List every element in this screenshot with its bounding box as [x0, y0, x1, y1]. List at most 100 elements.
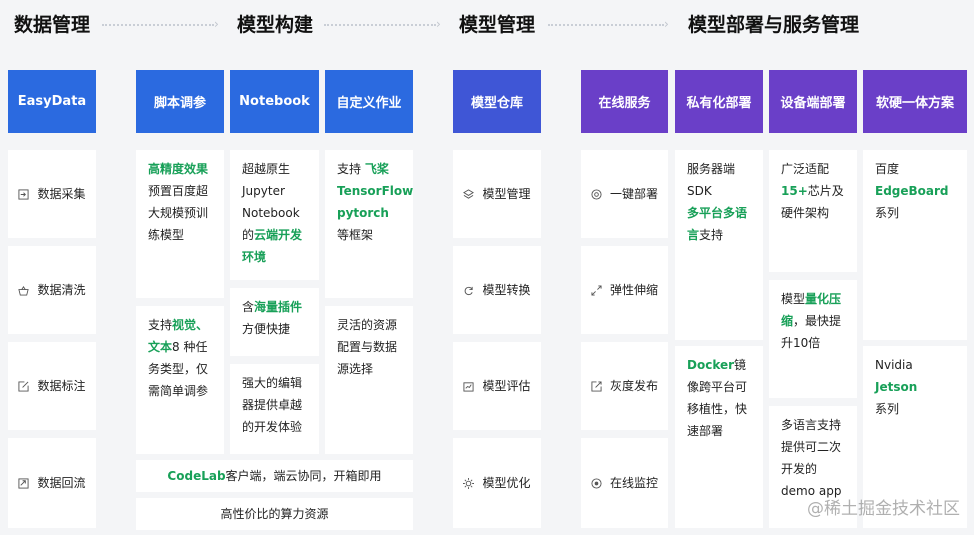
highlight-text: 高精度效果 [148, 162, 209, 176]
section-title-data: 数据管理 [14, 14, 91, 36]
publish-icon [591, 380, 602, 392]
header-device-deploy: 设备端部署 [769, 70, 857, 133]
card-text: 预置百度超大规模预训练模型 [148, 184, 209, 242]
notebook-card-env: 超越原生Jupyter Notebook的云端开发环境 [230, 150, 319, 280]
model-item-optimize: 模型优化 [453, 438, 541, 528]
card-text: 百度 [875, 162, 900, 176]
data-item-label: 数据回流 [37, 476, 86, 490]
sun-icon [463, 477, 475, 489]
model-item-label: 模型优化 [482, 476, 531, 490]
service-item-label: 灰度发布 [609, 379, 658, 393]
return-icon [18, 477, 30, 489]
at-icon [591, 188, 602, 200]
edit-icon [18, 380, 30, 392]
service-item-scale: 弹性伸缩 [581, 246, 668, 334]
header-private-deploy: 私有化部署 [675, 70, 763, 133]
layers-icon [463, 188, 475, 200]
card-text: 支持 [148, 318, 173, 332]
hw-card-edgeboard: 百度 EdgeBoard 系列 [863, 150, 967, 340]
model-item-label: 模型评估 [482, 379, 531, 393]
service-item-monitor: 在线监控 [581, 438, 668, 528]
highlight-text: 飞桨 [364, 162, 389, 176]
card-text: 广泛适配 [781, 162, 830, 176]
data-item-label: 数据采集 [37, 187, 86, 201]
custom-job-card-resources: 灵活的资源配置与数据源选择 [325, 306, 413, 454]
card-text: 强大的编辑器提供卓越的开发体验 [242, 376, 303, 434]
header-model-repo: 模型仓库 [453, 70, 541, 133]
highlight-text: CodeLab [167, 469, 226, 483]
card-text: 支持 [337, 162, 365, 176]
highlight-text: TensorFlow [337, 184, 414, 198]
monitor-icon [591, 477, 602, 489]
card-text: 服务器端SDK [687, 162, 736, 198]
card-text: Nvidia [875, 358, 913, 372]
card-text: 高性价比的算力资源 [220, 507, 329, 521]
model-item-evaluate: 模型评估 [453, 342, 541, 430]
highlight-text: Docker [687, 358, 735, 372]
device-card-chips: 广泛适配15+芯片及硬件架构 [769, 150, 857, 272]
chevron-right-icon: › [436, 17, 441, 31]
import-icon [18, 188, 30, 200]
expand-icon [591, 284, 602, 296]
custom-job-card-frameworks: 支持 飞桨 TensorFlow pytorch 等框架 [325, 150, 413, 298]
header-script-tuning: 脚本调参 [136, 70, 224, 133]
section-title-model-mgmt: 模型管理 [459, 14, 536, 36]
service-item-gray-release: 灰度发布 [581, 342, 668, 430]
card-text: 方便快捷 [242, 322, 291, 336]
card-text: 模型 [781, 292, 806, 306]
highlight-text: EdgeBoard [875, 184, 949, 198]
highlight-text: Jetson [875, 380, 918, 394]
service-item-label: 一键部署 [609, 187, 658, 201]
header-easydata: EasyData [8, 70, 96, 133]
data-item-label: 数据清洗 [37, 283, 86, 297]
header-custom-job: 自定义作业 [325, 70, 413, 133]
chevron-right-icon: › [214, 17, 219, 31]
flow-connector [102, 24, 214, 26]
card-text: 灵活的资源配置与数据源选择 [337, 318, 398, 376]
flow-connector [324, 24, 436, 26]
chevron-right-icon: › [664, 17, 669, 31]
data-item-collect: 数据采集 [8, 150, 96, 238]
card-text: 多语言支持提供可二次开发的demo app [781, 418, 842, 498]
highlight-text: pytorch [337, 206, 389, 220]
service-item-label: 在线监控 [609, 476, 658, 490]
model-item-label: 模型管理 [482, 187, 531, 201]
header-online-service: 在线服务 [581, 70, 668, 133]
model-item-label: 模型转换 [482, 283, 531, 297]
card-text: 系列 [875, 206, 900, 220]
flow-connector [548, 24, 664, 26]
notebook-card-plugins: 含海量插件 方便快捷 [230, 288, 319, 356]
data-item-label-task: 数据标注 [8, 342, 96, 430]
header-hw-sw-solution: 软硬一体方案 [863, 70, 967, 133]
chart-icon [463, 381, 475, 392]
section-title-build: 模型构建 [237, 14, 314, 36]
private-card-sdk: 服务器端SDK 多平台多语言支持 [675, 150, 763, 340]
card-text: 等框架 [337, 228, 374, 242]
script-card-tasks: 支持视觉、文本8 种任务类型，仅需简单调参 [136, 306, 224, 454]
card-text: 系列 [875, 402, 900, 416]
compute-bar: 高性价比的算力资源 [136, 498, 413, 530]
highlight-text: 视觉、 [172, 318, 209, 332]
device-card-quantize: 模型量化压缩，最快提升10倍 [769, 280, 857, 398]
codelab-bar: CodeLab客户端，端云协同，开箱即用 [136, 460, 413, 492]
refresh-icon [463, 285, 474, 296]
card-text: 含 [242, 300, 255, 314]
private-card-docker: Docker镜像跨平台可移植性，快速部署 [675, 346, 763, 528]
highlight-text: 15+ [781, 184, 808, 198]
data-item-clean: 数据清洗 [8, 246, 96, 334]
card-text: 支持 [699, 228, 724, 242]
highlight-text: 海量插件 [254, 300, 303, 314]
card-text: 客户端，端云协同，开箱即用 [225, 469, 382, 483]
watermark: @稀土掘金技术社区 [807, 499, 960, 519]
service-item-label: 弹性伸缩 [609, 283, 658, 297]
model-item-manage: 模型管理 [453, 150, 541, 238]
header-notebook: Notebook [230, 70, 319, 133]
data-item-return: 数据回流 [8, 438, 96, 528]
model-item-convert: 模型转换 [453, 246, 541, 334]
script-card-accuracy: 高精度效果 预置百度超大规模预训练模型 [136, 150, 224, 298]
section-title-deploy: 模型部署与服务管理 [688, 14, 860, 36]
basket-icon [18, 285, 30, 296]
notebook-card-editor: 强大的编辑器提供卓越的开发体验 [230, 364, 319, 454]
service-item-deploy: 一键部署 [581, 150, 668, 238]
highlight-text: 文本 [148, 340, 173, 354]
